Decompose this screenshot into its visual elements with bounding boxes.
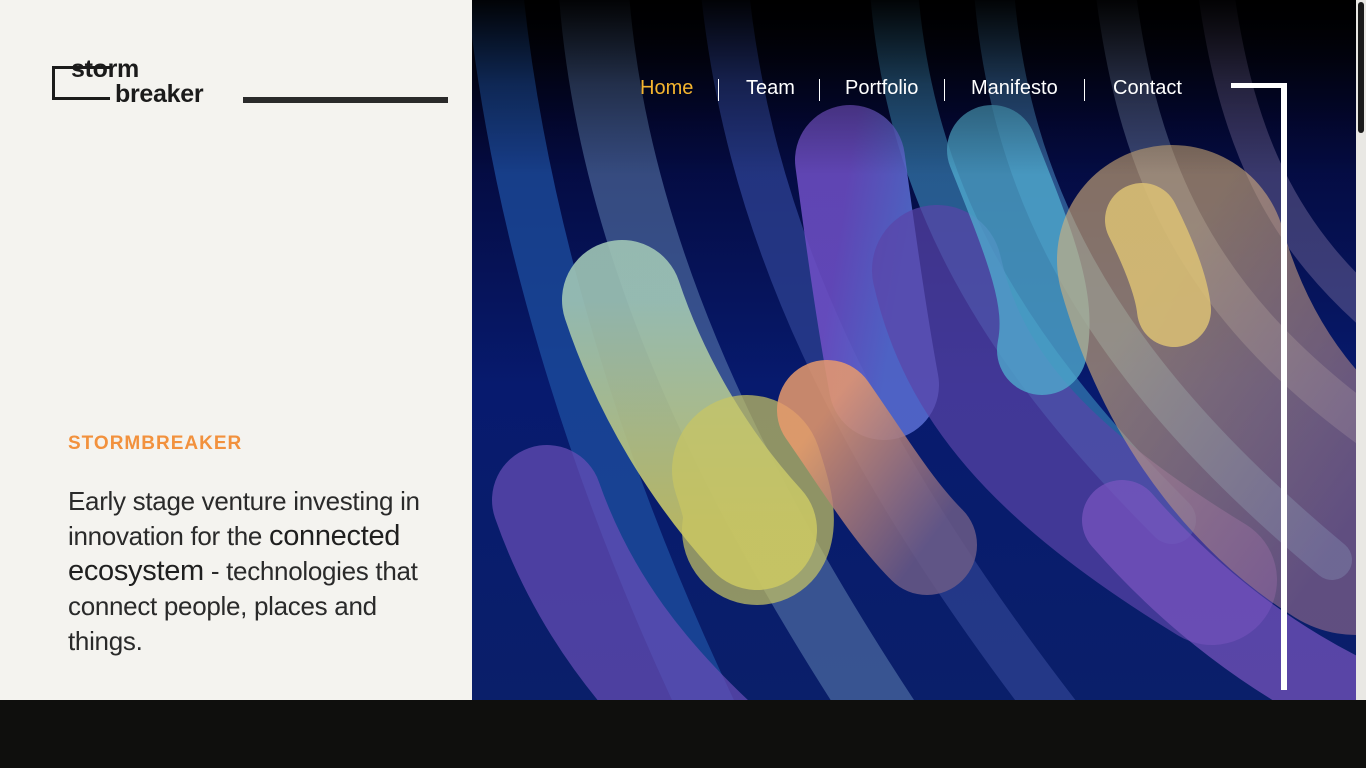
nav-separator (944, 79, 945, 101)
hero-tagline: Early stage venture investing in innovat… (68, 484, 428, 659)
nav-item-manifesto[interactable]: Manifesto (971, 74, 1058, 102)
nav-item-portfolio[interactable]: Portfolio (845, 74, 918, 102)
abstract-arcs-illustration (472, 0, 1356, 700)
frame-vertical-line (1281, 83, 1287, 690)
section-eyebrow: STORMBREAKER (68, 433, 243, 454)
nav-item-team[interactable]: Team (746, 74, 795, 102)
logo-word-storm: storm (71, 55, 139, 83)
intro-panel: storm breaker STORMBREAKER Early stage v… (0, 0, 472, 700)
nav-separator (819, 79, 820, 101)
frame-corner-line (1231, 83, 1287, 88)
logo-word-breaker: breaker (115, 80, 204, 108)
stormbreaker-logo[interactable]: storm breaker (52, 55, 222, 108)
nav-separator (1084, 79, 1085, 101)
scrollbar-thumb[interactable] (1358, 2, 1364, 133)
hero-artwork: Home Team Portfolio Manifesto Contact (472, 0, 1356, 700)
footer-band (0, 700, 1366, 768)
nav-item-contact[interactable]: Contact (1113, 74, 1182, 102)
main-navigation: Home Team Portfolio Manifesto Contact (472, 74, 1356, 102)
nav-item-home[interactable]: Home (640, 74, 693, 102)
logo-divider (243, 97, 448, 103)
nav-separator (718, 79, 719, 101)
